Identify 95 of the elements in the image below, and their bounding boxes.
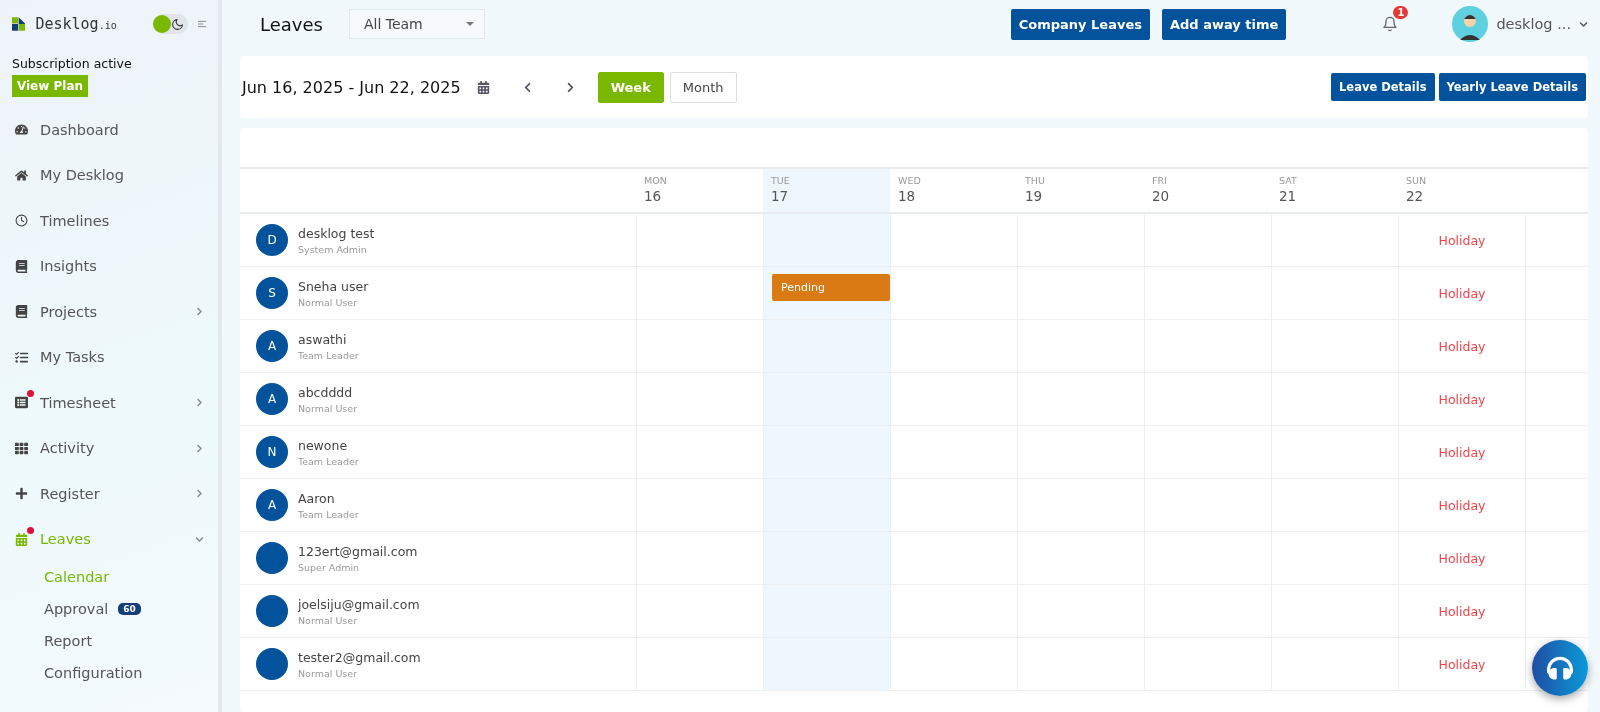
user-name: Aaron — [298, 490, 336, 506]
user-avatar: A — [256, 330, 288, 362]
menu-item-icon — [14, 350, 28, 364]
details-button[interactable]: Yearly Leave Details — [1438, 73, 1586, 101]
day-header: SAT 21 — [1271, 169, 1398, 214]
theme-toggle[interactable] — [152, 14, 188, 34]
user-avatar — [256, 595, 288, 627]
caret-icon[interactable] — [1579, 19, 1588, 29]
day-header: TUE 17 — [763, 169, 890, 214]
user-role: Normal User — [298, 667, 359, 679]
user-name: joelsiju@gmail.com — [298, 596, 420, 612]
calendar-cell — [1525, 585, 1588, 638]
holiday-label: Holiday — [1438, 497, 1486, 513]
user-role: Team Leader — [298, 455, 359, 467]
calendar-cell[interactable]: Holiday — [1398, 479, 1525, 532]
user-role: Team Leader — [298, 508, 359, 520]
team-select[interactable]: All Team — [348, 9, 485, 39]
page-title: Leaves — [260, 13, 323, 35]
user-name: 123ert@gmail.com — [298, 543, 418, 559]
user-avatar: A — [256, 383, 288, 415]
headset-icon — [1547, 655, 1573, 681]
user-avatar — [256, 648, 288, 680]
menu-icon[interactable] — [197, 18, 206, 30]
menu-item-icon — [14, 305, 28, 319]
calendar-cell[interactable]: Holiday — [1398, 585, 1525, 638]
user-role: Team Leader — [298, 349, 359, 361]
submenu-item[interactable]: Approval 60 — [44, 594, 218, 624]
avatar-icon — [1452, 6, 1489, 42]
moon-icon — [170, 17, 184, 31]
day-header: THU 19 — [1017, 169, 1144, 214]
header-button[interactable]: Add away time — [1162, 8, 1287, 40]
user-name: aswathi — [298, 331, 348, 347]
bell-icon[interactable] — [1382, 16, 1399, 32]
user-name: abcdddd — [298, 384, 354, 400]
sidebar-item[interactable]: Projects — [0, 289, 218, 335]
submenu-item[interactable]: Report — [44, 626, 218, 656]
day-header: FRI 20 — [1144, 169, 1271, 214]
brand-name: Desklog.io — [35, 15, 117, 33]
header-button[interactable]: Company Leaves — [1010, 8, 1150, 40]
menu-item-icon — [14, 168, 28, 182]
sidebar-item[interactable]: Dashboard — [0, 107, 218, 153]
details-button[interactable]: Leave Details — [1331, 73, 1435, 101]
user-avatar — [256, 542, 288, 574]
calendar-cell[interactable] — [890, 267, 1017, 320]
sidebar-item[interactable]: Timesheet — [0, 380, 218, 426]
user-avatar: S — [256, 277, 288, 309]
menu-item-icon — [14, 123, 28, 137]
user-role: Normal User — [298, 614, 359, 626]
sidebar-item[interactable]: My Tasks — [0, 334, 218, 380]
holiday-label: Holiday — [1438, 338, 1486, 354]
holiday-label: Holiday — [1438, 232, 1486, 248]
user-avatar: D — [256, 224, 288, 256]
calendar-cell[interactable]: Holiday — [1398, 320, 1525, 373]
user-role: Normal User — [298, 296, 359, 308]
sidebar-item[interactable]: My Desklog — [0, 152, 218, 198]
sidebar-item[interactable]: Timelines — [0, 198, 218, 244]
menu-item-icon — [14, 441, 28, 455]
user-name: newone — [298, 437, 349, 453]
user-avatar: N — [256, 436, 288, 468]
user-role: Normal User — [298, 402, 358, 414]
menu-item-icon — [14, 259, 28, 273]
user-name[interactable]: desklog ... — [1496, 16, 1571, 32]
user-name: Sneha user — [298, 278, 369, 294]
user-name: desklog test — [298, 225, 375, 241]
holiday-label: Holiday — [1438, 285, 1486, 301]
calendar-cell[interactable]: Holiday — [1398, 373, 1525, 426]
notification-badge: 1 — [1393, 6, 1409, 19]
sidebar-item[interactable]: Activity — [0, 425, 218, 471]
sidebar-item[interactable]: Register — [0, 471, 218, 517]
calendar-cell[interactable]: Holiday — [1398, 532, 1525, 585]
day-header: WED 18 — [890, 169, 1017, 214]
calendar-cell[interactable]: Holiday — [1398, 638, 1525, 691]
holiday-label: Holiday — [1438, 550, 1486, 566]
user-name: tester2@gmail.com — [298, 649, 421, 665]
calendar-cell[interactable]: Holiday — [1398, 426, 1525, 479]
view-tab[interactable]: Month — [669, 71, 737, 103]
user-avatar: A — [256, 489, 288, 521]
calendar-cell[interactable]: Holiday — [1398, 214, 1525, 267]
holiday-label: Holiday — [1438, 444, 1486, 460]
holiday-label: Holiday — [1438, 656, 1486, 672]
caret-icon — [465, 22, 474, 26]
menu-item-icon — [14, 487, 28, 501]
day-header: SUN 22 — [1398, 169, 1525, 214]
holiday-label: Holiday — [1438, 391, 1486, 407]
user-role: System Admin — [298, 243, 368, 255]
submenu-item[interactable]: Configuration — [44, 658, 218, 688]
user-role: Super Admin — [298, 561, 361, 573]
holiday-label: Holiday — [1438, 603, 1486, 619]
calendar-cell[interactable]: Holiday — [1398, 267, 1525, 320]
date-range: Jun 16, 2025 - Jun 22, 2025 — [242, 77, 461, 97]
menu-item-icon — [14, 214, 28, 228]
count-badge: 60 — [118, 603, 141, 615]
sidebar-item[interactable]: Insights — [0, 243, 218, 289]
calendar-icon[interactable] — [476, 80, 490, 94]
subscription-status: Subscription active — [11, 55, 133, 73]
